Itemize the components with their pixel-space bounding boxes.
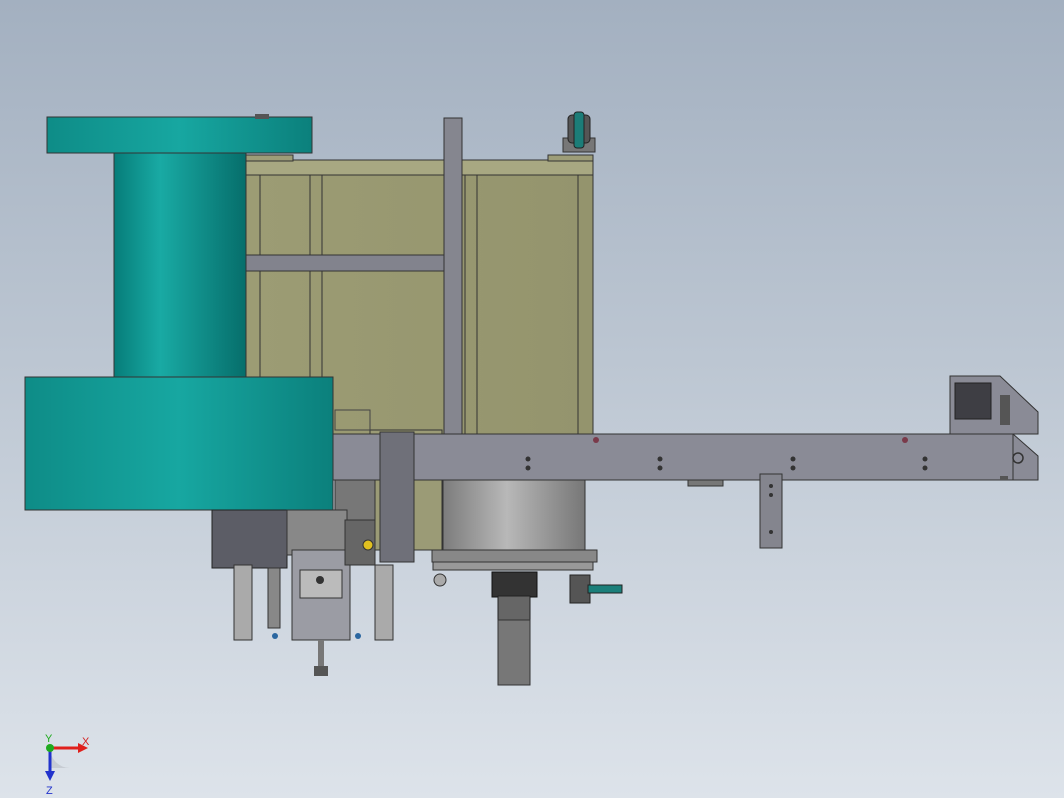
- top-caster-wheel: [562, 111, 596, 153]
- x-axis-label: X: [82, 736, 90, 748]
- z-axis-label: Z: [46, 785, 53, 797]
- grey-cylinder: [431, 479, 623, 686]
- y-axis-label: Y: [45, 733, 53, 745]
- cad-viewport[interactable]: X Y Z: [0, 0, 1064, 798]
- axis-triad: X Y Z: [45, 733, 90, 797]
